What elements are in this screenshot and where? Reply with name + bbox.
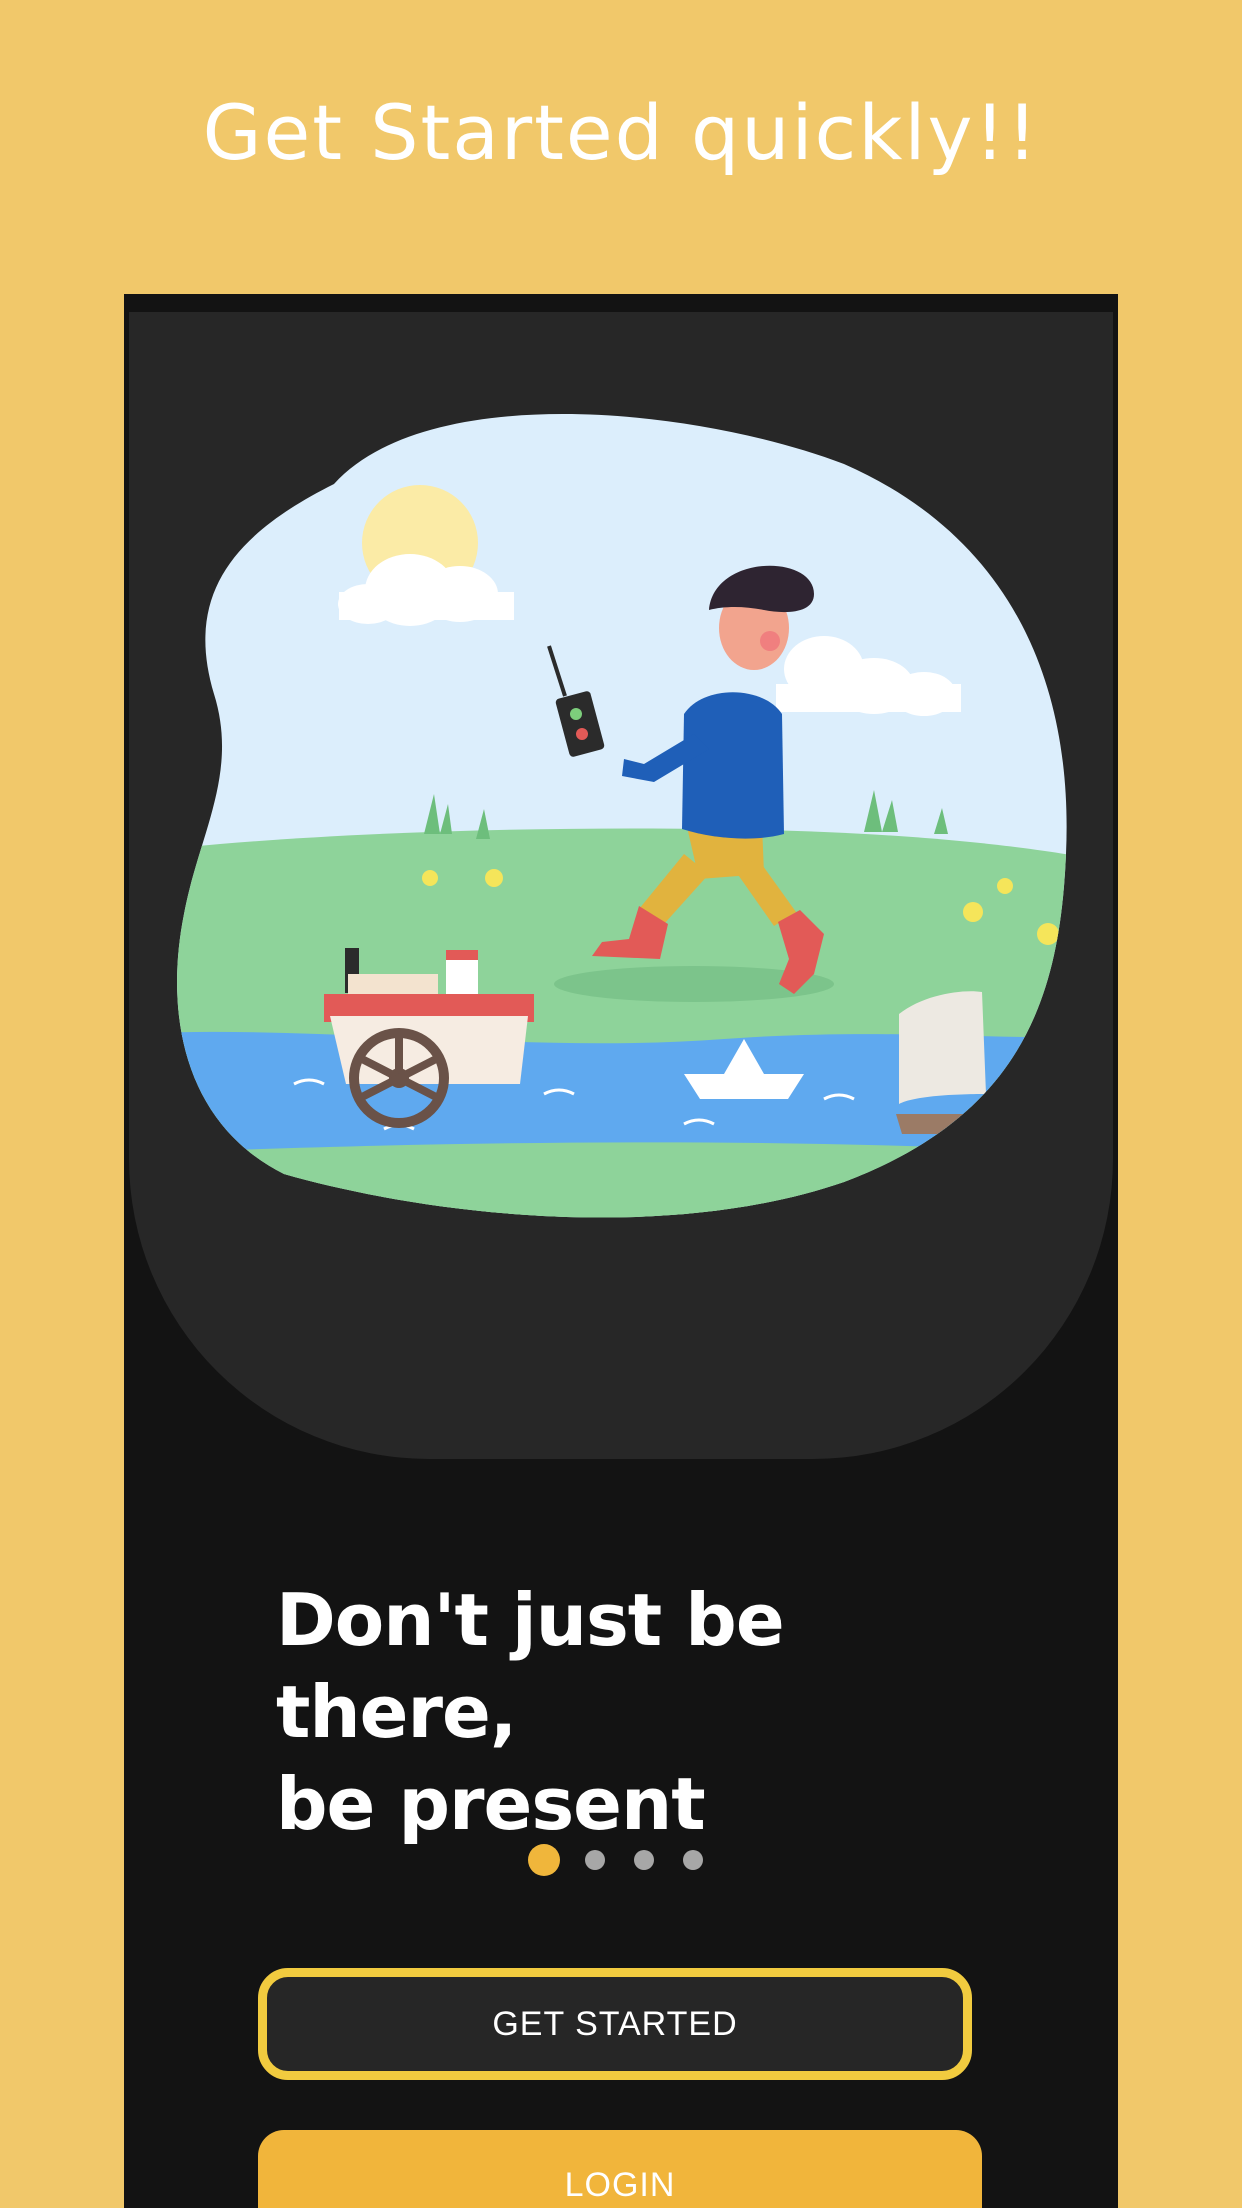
get-started-button[interactable]: GET STARTED bbox=[258, 1968, 972, 2080]
page-indicator bbox=[528, 1844, 732, 1876]
phone-screen: Don't just be there, be present GET STAR… bbox=[124, 294, 1118, 2208]
page-dot-1[interactable] bbox=[528, 1844, 560, 1876]
get-started-label: GET STARTED bbox=[492, 2004, 738, 2043]
page-dot-2[interactable] bbox=[585, 1850, 605, 1870]
login-label: LOGIN bbox=[564, 2165, 676, 2204]
login-button[interactable]: LOGIN bbox=[258, 2130, 982, 2208]
onboarding-illustration bbox=[177, 414, 1067, 1218]
onboarding-headline: Don't just be there, be present bbox=[276, 1574, 996, 1850]
promo-title: Get Started quickly!! bbox=[202, 88, 1040, 177]
page-dot-3[interactable] bbox=[634, 1850, 654, 1870]
headline-line-1: Don't just be there, bbox=[276, 1578, 785, 1754]
page-dot-4[interactable] bbox=[683, 1850, 703, 1870]
headline-line-2: be present bbox=[276, 1762, 706, 1846]
